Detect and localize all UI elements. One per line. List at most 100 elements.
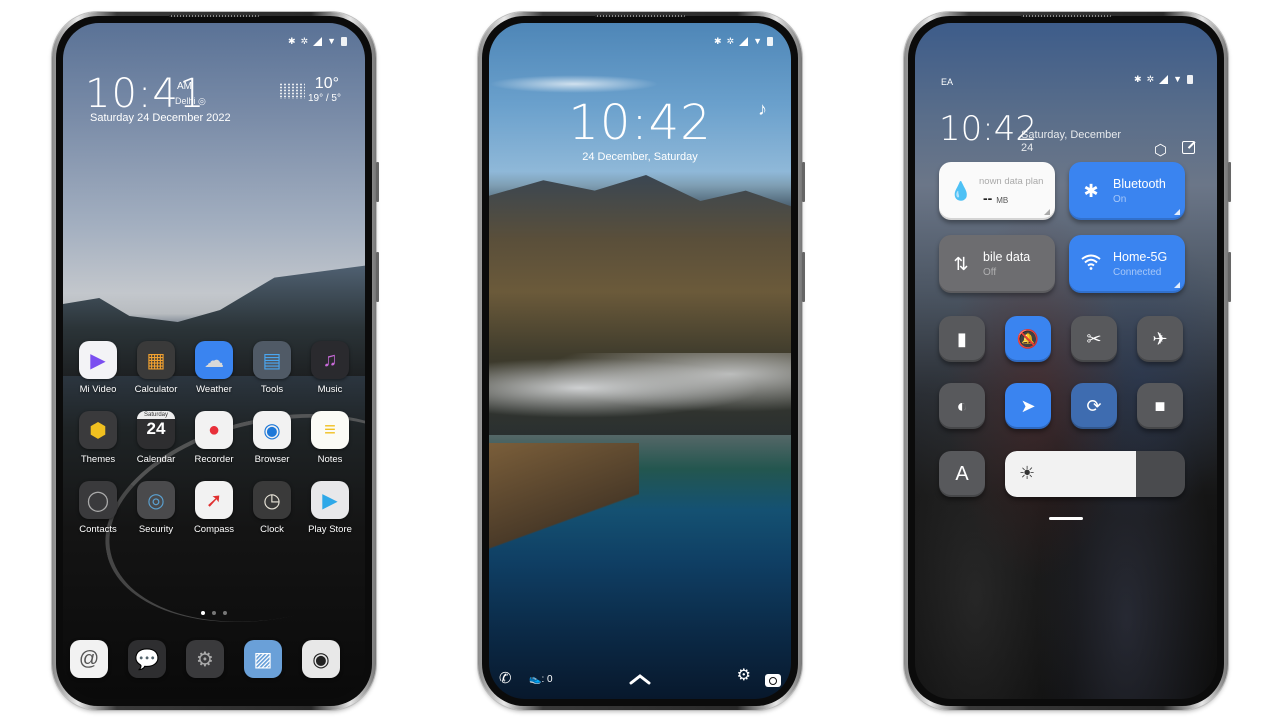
themes-icon: ⬢ <box>79 411 117 449</box>
browser-icon: ◉ <box>253 411 291 449</box>
wallpaper-fog <box>489 353 791 423</box>
dock-app[interactable]: ▨ <box>244 640 300 678</box>
recorder-icon: ● <box>195 411 233 449</box>
cc-date: Saturday, December 24 <box>1021 129 1122 154</box>
lock-date: 24 December, Saturday <box>582 151 698 163</box>
calendar-day: Saturday <box>137 411 175 419</box>
gallery-icon: ▨ <box>244 640 282 678</box>
app-mi-video[interactable]: ▶ Mi Video <box>70 341 126 395</box>
status-bar: ✱ ✲ ▼ <box>714 37 773 46</box>
tools-folder-icon: ▤ <box>253 341 291 379</box>
clock-widget-time[interactable]: 10:41 <box>85 71 205 117</box>
settings-icon: ⚙ <box>186 640 224 678</box>
volume-button <box>802 252 805 302</box>
contacts-card-icon: @ <box>70 640 108 678</box>
data-tile-text: nown data plan -- MB <box>979 176 1043 206</box>
app-label: Recorder <box>194 454 234 465</box>
silent-toggle[interactable]: 🔕 <box>1005 316 1051 362</box>
phone-icon[interactable]: ✆ <box>499 669 512 687</box>
bluetooth-tile[interactable]: ✱ Bluetooth On <box>1069 162 1185 220</box>
steps-value: : 0 <box>541 674 553 685</box>
app-weather[interactable]: ☁ Weather <box>186 341 242 395</box>
earpiece-speaker <box>169 15 259 17</box>
airplane-mode-icon: ✈ <box>1152 328 1168 349</box>
mi-video-icon: ▶ <box>79 341 117 379</box>
app-label: Notes <box>317 454 343 465</box>
auto-brightness-toggle[interactable]: A <box>939 451 985 497</box>
data-unit: MB <box>996 196 1009 205</box>
camera-icon[interactable] <box>765 674 781 687</box>
battery-icon <box>767 37 773 46</box>
app-compass[interactable]: ➚ Compass <box>186 481 242 535</box>
dock-app[interactable]: @ <box>70 640 126 678</box>
music-icon: ♫ <box>311 341 349 379</box>
app-calculator[interactable]: ▦ Calculator <box>128 341 184 395</box>
dock-app[interactable]: ⚙ <box>186 640 242 678</box>
auto-brightness-label: A <box>955 462 969 485</box>
steps-icon: 👟 <box>529 674 542 685</box>
music-note-icon[interactable]: ♪ <box>758 99 767 120</box>
home-screen: ✱ ✲ ▼ 10:41 AM Delhi ◎ Saturday 24 Decem… <box>63 23 365 699</box>
app-grid: ▶ Mi Video ▦ Calculator ☁ Weather ▤ Tools ♫ Music… <box>63 341 365 551</box>
rotation-lock-toggle[interactable]: ⟳ <box>1071 383 1117 429</box>
screen-recorder-toggle[interactable]: ■ <box>1137 383 1183 429</box>
app-themes[interactable]: ⬢ Themes <box>70 411 126 465</box>
swipe-up-chevron-icon[interactable] <box>628 673 652 685</box>
dock-app[interactable]: ◉ <box>302 640 358 678</box>
drag-handle[interactable] <box>1049 517 1083 520</box>
clock-icon: ◷ <box>253 481 291 519</box>
bluetooth-icon: ✱ <box>287 36 296 46</box>
data-usage-tile[interactable]: 💧 nown data plan -- MB <box>939 162 1055 220</box>
battery-icon <box>1187 75 1193 84</box>
app-notes[interactable]: ≡ Notes <box>302 411 358 465</box>
volume-button <box>1228 252 1231 302</box>
flashlight-toggle[interactable]: ▮ <box>939 316 985 362</box>
play-store-icon: ▶ <box>311 481 349 519</box>
steps-counter: 👟: 0 <box>529 674 553 685</box>
edit-icon[interactable] <box>1182 141 1195 154</box>
signal-icon <box>739 37 749 46</box>
app-label: Contacts <box>79 524 117 535</box>
mobile-data-tile[interactable]: ⇅ bile data Off <box>939 235 1055 293</box>
bluetooth-tile-title: Bluetooth <box>1113 177 1166 191</box>
page-dot[interactable] <box>212 611 216 615</box>
app-row: ◯ Contacts ◎ Security ➚ Compass ◷ Clock ▶ Play St… <box>63 481 365 535</box>
app-play-store[interactable]: ▶ Play Store <box>302 481 358 535</box>
page-indicator[interactable] <box>63 611 365 615</box>
brightness-slider[interactable]: ☀ <box>1005 451 1185 497</box>
bluetooth-icon: ✱ <box>713 36 722 46</box>
city-label: Delhi <box>175 96 196 106</box>
weather-range: 19° / 5° <box>307 93 341 104</box>
app-recorder[interactable]: ● Recorder <box>186 411 242 465</box>
app-security[interactable]: ◎ Security <box>128 481 184 535</box>
bluetooth-tile-status: On <box>1113 194 1127 205</box>
wifi-icon: ▼ <box>1173 74 1182 84</box>
airplane-mode-toggle[interactable]: ✈ <box>1137 316 1183 362</box>
app-label: Calculator <box>134 384 178 395</box>
weather-widget[interactable]: 10° 19° / 5° <box>308 75 341 104</box>
signal-icon <box>313 37 323 46</box>
mute-icon: ✲ <box>1146 74 1155 84</box>
app-music[interactable]: ♫ Music <box>302 341 358 395</box>
page-dot[interactable] <box>223 611 227 615</box>
dark-mode-toggle[interactable]: ◐ <box>939 383 985 429</box>
settings-icon[interactable]: ⬡ <box>1154 141 1167 159</box>
app-contacts[interactable]: ◯ Contacts <box>70 481 126 535</box>
page-dot[interactable] <box>201 611 205 615</box>
app-calendar[interactable]: Saturday 24 Calendar <box>128 411 184 465</box>
status-bar: ✱ ✲ ▼ <box>288 37 347 46</box>
app-clock[interactable]: ◷ Clock <box>244 481 300 535</box>
data-value: -- <box>983 190 993 206</box>
sun-icon: ☀ <box>1019 463 1036 483</box>
notes-icon: ≡ <box>311 411 349 449</box>
dock-app[interactable]: 💬 <box>128 640 184 678</box>
app-tools[interactable]: ▤ Tools <box>244 341 300 395</box>
wifi-tile[interactable]: Home-5G Connected <box>1069 235 1185 293</box>
screenshot-toggle[interactable]: ✂ <box>1071 316 1117 362</box>
app-browser[interactable]: ◉ Browser <box>244 411 300 465</box>
signal-icon <box>1159 75 1169 84</box>
settings-icon[interactable]: ⚙ <box>737 665 751 685</box>
location-toggle[interactable]: ➤ <box>1005 383 1051 429</box>
app-label: Tools <box>260 384 284 395</box>
messages-icon: 💬 <box>128 640 166 678</box>
